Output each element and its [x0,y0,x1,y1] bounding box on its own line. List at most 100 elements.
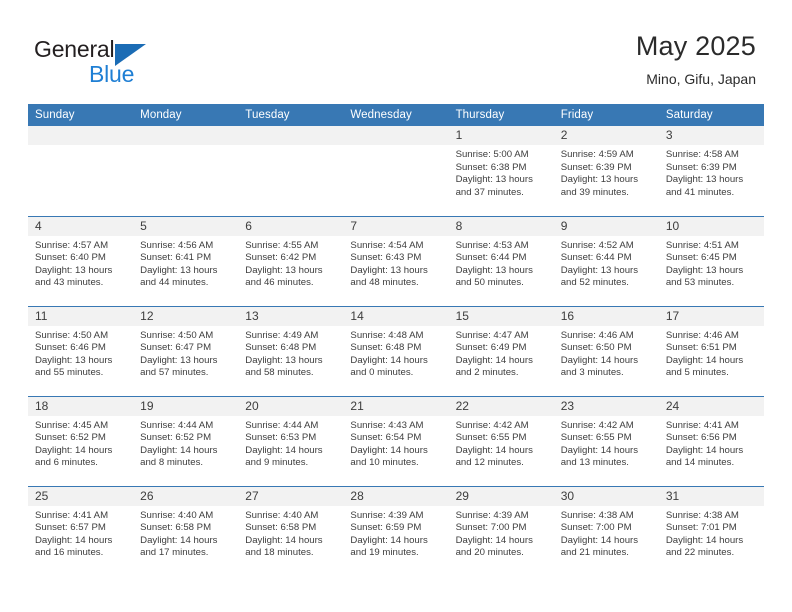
sunset-time: Sunset: 6:56 PM [665,432,737,444]
daylight-duration-line1: Daylight: 13 hours [665,264,744,276]
calendar-day-cell[interactable]: 19 Sunrise: 4:44 AM Sunset: 6:52 PM Dayligh… [133,395,239,486]
page-title: May 2025 [635,31,756,61]
day-details: Sunrise: 4:40 AM Sunset: 6:58 PM Daylight:… [133,506,238,560]
calendar-day-cell[interactable]: 20 Sunrise: 4:44 AM Sunset: 6:53 PM Dayligh… [238,395,344,486]
day-number: 27 [238,486,344,506]
calendar-week-row: 1 Sunrise: 5:00 AM Sunset: 6:38 PM Daylight… [28,126,764,216]
daylight-duration-line2: and 8 minutes. [140,457,204,469]
calendar-day-cell[interactable]: 3 Sunrise: 4:58 AM Sunset: 6:39 PM Daylight… [658,126,764,216]
daylight-duration-line2: and 41 minutes. [665,186,735,198]
daylight-duration-line2: and 19 minutes. [350,547,419,559]
sunset-time: Sunset: 6:41 PM [140,252,212,264]
calendar-day-cell[interactable]: 28 Sunrise: 4:39 AM Sunset: 6:59 PM Dayligh… [343,485,449,576]
sunrise-time: Sunrise: 4:45 AM [35,419,109,431]
calendar-day-cell[interactable]: 5 Sunrise: 4:56 AM Sunset: 6:41 PM Daylight… [133,215,239,306]
sunset-time: Sunset: 6:53 PM [245,432,317,444]
sunset-time: Sunset: 6:55 PM [560,432,632,444]
sunrise-time: Sunrise: 4:38 AM [665,509,739,521]
sunrise-time: Sunrise: 4:46 AM [665,329,739,341]
day-details: Sunrise: 4:56 AM Sunset: 6:41 PM Daylight:… [133,236,238,290]
daylight-duration-line1: Daylight: 14 hours [455,444,533,456]
day-details: Sunrise: 4:46 AM Sunset: 6:51 PM Daylight:… [659,326,764,380]
calendar-day-cell[interactable]: 17 Sunrise: 4:46 AM Sunset: 6:51 PM Dayligh… [658,305,764,396]
sunset-time: Sunset: 6:58 PM [245,522,317,534]
calendar-day-cell[interactable]: 24 Sunrise: 4:41 AM Sunset: 6:56 PM Dayligh… [658,395,764,486]
day-details: Sunrise: 4:41 AM Sunset: 6:56 PM Daylight:… [659,416,764,470]
day-number: 29 [448,486,554,506]
sunrise-time: Sunrise: 4:39 AM [350,509,424,521]
day-details: Sunrise: 4:42 AM Sunset: 6:55 PM Daylight:… [449,416,554,470]
calendar-day-cell[interactable]: 6 Sunrise: 4:55 AM Sunset: 6:42 PM Daylight… [238,215,344,306]
day-details: Sunrise: 4:41 AM Sunset: 6:57 PM Daylight:… [28,506,133,560]
day-number [238,126,344,145]
calendar-day-cell[interactable]: 10 Sunrise: 4:51 AM Sunset: 6:45 PM Dayligh… [658,215,764,306]
calendar-cell-empty [133,126,239,216]
sunset-time: Sunset: 6:48 PM [245,342,317,354]
calendar-cell-empty [238,126,344,216]
calendar-day-cell[interactable]: 14 Sunrise: 4:48 AM Sunset: 6:48 PM Dayligh… [343,305,449,396]
calendar-day-cell[interactable]: 1 Sunrise: 5:00 AM Sunset: 6:38 PM Daylight… [448,126,554,216]
calendar-day-cell[interactable]: 31 Sunrise: 4:38 AM Sunset: 7:01 PM Dayligh… [658,485,764,576]
calendar-day-cell[interactable]: 23 Sunrise: 4:42 AM Sunset: 6:55 PM Dayligh… [553,395,659,486]
calendar-day-cell[interactable]: 26 Sunrise: 4:40 AM Sunset: 6:58 PM Dayligh… [133,485,239,576]
sunrise-time: Sunrise: 4:56 AM [140,239,214,251]
page-header: General Blue May 2025 Mino, Gifu, Japan [0,0,792,100]
calendar-day-cell[interactable]: 12 Sunrise: 4:50 AM Sunset: 6:47 PM Dayligh… [133,305,239,396]
sunrise-time: Sunrise: 4:50 AM [140,329,214,341]
sunset-time: Sunset: 6:44 PM [560,252,632,264]
day-number: 8 [448,216,554,236]
general-blue-logo[interactable]: General Blue [34,36,234,90]
calendar-day-cell[interactable]: 7 Sunrise: 4:54 AM Sunset: 6:43 PM Daylight… [343,215,449,306]
daylight-duration-line1: Daylight: 14 hours [350,444,428,456]
daylight-duration-line1: Daylight: 13 hours [140,264,218,276]
day-number: 31 [658,486,764,506]
calendar-day-cell[interactable]: 16 Sunrise: 4:46 AM Sunset: 6:50 PM Dayligh… [553,305,659,396]
day-details: Sunrise: 4:38 AM Sunset: 7:01 PM Daylight:… [659,506,764,560]
calendar-day-cell[interactable]: 11 Sunrise: 4:50 AM Sunset: 6:46 PM Dayligh… [28,305,134,396]
daylight-duration-line2: and 43 minutes. [35,277,104,289]
daylight-duration-line2: and 3 minutes. [560,367,624,379]
calendar-day-cell[interactable]: 13 Sunrise: 4:49 AM Sunset: 6:48 PM Dayligh… [238,305,344,396]
daylight-duration-line2: and 37 minutes. [455,186,524,198]
calendar-day-cell[interactable]: 22 Sunrise: 4:42 AM Sunset: 6:55 PM Dayligh… [448,395,554,486]
day-number: 30 [553,486,659,506]
daylight-duration-line1: Daylight: 13 hours [665,174,744,186]
day-details: Sunrise: 4:50 AM Sunset: 6:46 PM Daylight:… [28,326,133,380]
calendar-day-cell[interactable]: 4 Sunrise: 4:57 AM Sunset: 6:40 PM Daylight… [28,215,134,306]
calendar-day-cell[interactable]: 18 Sunrise: 4:45 AM Sunset: 6:52 PM Dayligh… [28,395,134,486]
calendar-day-cell[interactable]: 21 Sunrise: 4:43 AM Sunset: 6:54 PM Dayligh… [343,395,449,486]
sunset-time: Sunset: 6:58 PM [140,522,212,534]
logo-text-general: General [34,36,115,62]
daylight-duration-line1: Daylight: 14 hours [35,534,113,546]
day-number: 18 [28,396,134,416]
calendar-day-cell[interactable]: 25 Sunrise: 4:41 AM Sunset: 6:57 PM Dayligh… [28,485,134,576]
daylight-duration-line2: and 46 minutes. [245,277,314,289]
daylight-duration-line2: and 48 minutes. [350,277,419,289]
daylight-duration-line1: Daylight: 14 hours [665,444,744,456]
sunset-time: Sunset: 6:42 PM [245,252,317,264]
calendar-day-cell[interactable]: 30 Sunrise: 4:38 AM Sunset: 7:00 PM Dayligh… [553,485,659,576]
calendar-day-cell[interactable]: 9 Sunrise: 4:52 AM Sunset: 6:44 PM Daylight… [553,215,659,306]
daylight-duration-line1: Daylight: 14 hours [455,354,533,366]
calendar-day-cell[interactable]: 15 Sunrise: 4:47 AM Sunset: 6:49 PM Dayligh… [448,305,554,396]
sunrise-time: Sunrise: 4:42 AM [455,419,529,431]
day-details: Sunrise: 4:42 AM Sunset: 6:55 PM Daylight:… [554,416,659,470]
day-details: Sunrise: 4:50 AM Sunset: 6:47 PM Daylight:… [133,326,238,380]
sunset-time: Sunset: 6:46 PM [35,342,106,354]
day-details: Sunrise: 4:54 AM Sunset: 6:43 PM Daylight:… [343,236,448,290]
calendar-day-cell[interactable]: 8 Sunrise: 4:53 AM Sunset: 6:44 PM Daylight… [448,215,554,306]
calendar-day-cell[interactable]: 27 Sunrise: 4:40 AM Sunset: 6:58 PM Dayligh… [238,485,344,576]
sunrise-time: Sunrise: 4:39 AM [455,509,529,521]
daylight-duration-line2: and 13 minutes. [560,457,629,469]
sunset-time: Sunset: 6:59 PM [350,522,422,534]
daylight-duration-line1: Daylight: 14 hours [350,534,428,546]
sunrise-time: Sunrise: 4:50 AM [35,329,109,341]
sunrise-time: Sunrise: 4:46 AM [560,329,634,341]
daylight-duration-line2: and 44 minutes. [140,277,209,289]
sunset-time: Sunset: 7:01 PM [665,522,737,534]
calendar-day-cell[interactable]: 29 Sunrise: 4:39 AM Sunset: 7:00 PM Dayligh… [448,485,554,576]
daylight-duration-line2: and 20 minutes. [455,547,524,559]
day-number: 21 [343,396,449,416]
calendar-day-cell[interactable]: 2 Sunrise: 4:59 AM Sunset: 6:39 PM Daylight… [553,126,659,216]
daylight-duration-line1: Daylight: 14 hours [560,444,639,456]
